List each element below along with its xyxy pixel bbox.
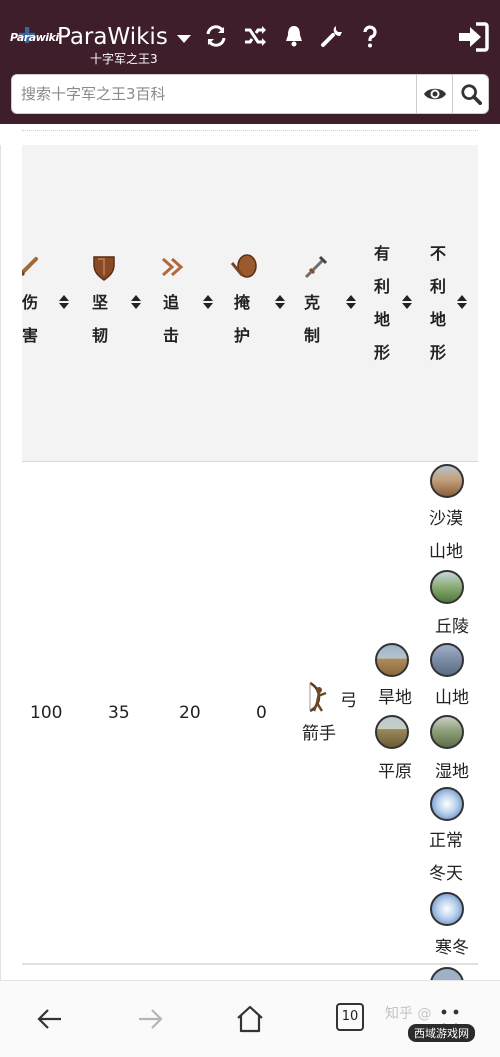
- terrain-plains[interactable]: 平原: [378, 757, 412, 782]
- login-icon[interactable]: [456, 20, 490, 54]
- terrain-harsh-winter[interactable]: 寒冬: [435, 933, 469, 958]
- chevron-down-icon[interactable]: [177, 35, 191, 43]
- sort-icon[interactable]: [274, 294, 286, 310]
- table-header-row: 伤害 坚韧 追击 掩护 克制 有利地形 不利地形: [22, 145, 478, 461]
- wrench-icon[interactable]: [318, 22, 346, 50]
- home-icon: [237, 1005, 263, 1033]
- counter-icon: [304, 255, 328, 279]
- help-icon[interactable]: [356, 22, 384, 50]
- site-title[interactable]: ParaWikis: [57, 24, 168, 50]
- eye-icon: [423, 88, 446, 100]
- mountains-icon: [430, 643, 464, 677]
- screen-icon: [230, 254, 257, 278]
- column-header-pursuit[interactable]: 追击: [163, 286, 183, 352]
- terrain-normal-winter[interactable]: 正常冬天: [429, 825, 478, 891]
- column-header-favorable-terrain[interactable]: 有利地形: [374, 237, 394, 369]
- cell-counter[interactable]: 弓箭手: [302, 685, 362, 751]
- refresh-icon[interactable]: [202, 22, 230, 50]
- pursuit-icon: [162, 257, 184, 277]
- wetlands-icon: [430, 715, 464, 749]
- tabs-button[interactable]: 10: [336, 1003, 364, 1031]
- watermark-faded: 知乎 @: [385, 1006, 432, 1022]
- divider: [22, 130, 478, 131]
- terrain-desert-mountains[interactable]: 沙漠山地: [429, 503, 478, 569]
- shield-icon: [93, 256, 115, 281]
- logo-text: Parawiki: [10, 31, 59, 44]
- watermark: 西域游戏网: [408, 1024, 475, 1042]
- sort-icon[interactable]: [202, 294, 214, 310]
- header-divider: [22, 461, 478, 462]
- desert-mountains-icon: [430, 464, 464, 498]
- terrain-mountains[interactable]: 山地: [435, 683, 469, 708]
- sort-icon[interactable]: [130, 294, 142, 310]
- forward-button[interactable]: [132, 1001, 168, 1037]
- cell-pursuit: 20: [179, 703, 201, 723]
- sword-icon: [22, 257, 38, 277]
- site-subtitle: 十字军之王3: [90, 52, 158, 66]
- column-header-damage[interactable]: 伤害: [22, 286, 38, 352]
- next-row-icon: [430, 967, 464, 980]
- cell-screen: 0: [256, 703, 267, 723]
- arrow-right-icon: [139, 1009, 163, 1029]
- terrain-hills[interactable]: 丘陵: [435, 612, 469, 637]
- unit-stats-table: 伤害 坚韧 追击 掩护 克制 有利地形 不利地形 100 35 20 0 弓箭手…: [22, 145, 478, 980]
- shuffle-icon[interactable]: [241, 22, 269, 50]
- sort-icon[interactable]: [456, 294, 468, 310]
- harsh-winter-icon: [430, 892, 464, 926]
- search-input[interactable]: [12, 75, 416, 113]
- table-left-border: [0, 145, 1, 980]
- drylands-icon: [375, 643, 409, 677]
- header-bar: ✚ Parawiki ParaWikis 十字军之王3: [0, 0, 500, 124]
- sort-icon[interactable]: [401, 294, 413, 310]
- row-divider: [22, 963, 478, 965]
- column-header-counter[interactable]: 克制: [304, 286, 324, 352]
- cell-toughness: 35: [108, 703, 130, 723]
- back-button[interactable]: [32, 1001, 68, 1037]
- arrow-left-icon: [37, 1009, 61, 1029]
- column-header-screen[interactable]: 掩护: [234, 286, 254, 352]
- bell-icon[interactable]: [280, 22, 308, 50]
- search-bar: [11, 74, 489, 114]
- search-button[interactable]: [452, 75, 488, 113]
- site-logo[interactable]: ✚ Parawiki: [10, 24, 59, 52]
- cell-damage: 100: [30, 703, 63, 723]
- sort-icon[interactable]: [345, 294, 357, 310]
- sort-icon[interactable]: [58, 294, 70, 310]
- hills-icon: [430, 570, 464, 604]
- column-header-toughness[interactable]: 坚韧: [92, 286, 112, 352]
- plains-icon: [375, 715, 409, 749]
- terrain-wetlands[interactable]: 湿地: [435, 757, 469, 782]
- normal-winter-icon: [430, 787, 464, 821]
- preview-button[interactable]: [416, 75, 452, 113]
- terrain-drylands[interactable]: 旱地: [378, 683, 412, 708]
- column-header-unfavorable-terrain[interactable]: 不利地形: [430, 237, 450, 369]
- search-icon: [460, 84, 482, 105]
- home-button[interactable]: [232, 1001, 268, 1037]
